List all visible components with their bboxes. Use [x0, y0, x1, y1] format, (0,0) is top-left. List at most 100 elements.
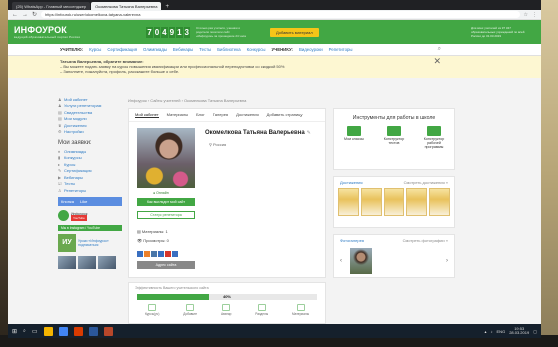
achievements-header: Достижения Смотреть достижения »	[334, 177, 454, 188]
like-label: Like	[80, 198, 88, 204]
social-icons	[137, 251, 178, 257]
powerpoint-icon[interactable]	[103, 326, 113, 336]
back-icon[interactable]: ←	[12, 12, 18, 18]
menu-item[interactable]: Тесты	[199, 47, 211, 52]
menu-student-label: УЧЕНИКУ:	[271, 47, 293, 52]
menu-item[interactable]: Сертификация	[107, 47, 137, 52]
youtube-button[interactable]: YouTube	[71, 214, 87, 221]
tutor-status-button[interactable]: Статус репетитора	[137, 211, 195, 219]
achievements-title[interactable]: Достижения	[340, 180, 363, 185]
photo-background-right	[538, 0, 558, 347]
view-site-button[interactable]: Как выглядит мой сайт	[137, 198, 195, 206]
logo-tagline: ведущий образовательный портал России	[14, 35, 81, 39]
infourok-youtube-widget[interactable]: Инфоурок YouTube	[58, 209, 122, 223]
achievements-link[interactable]: Смотреть достижения »	[404, 180, 448, 185]
task-view-icon[interactable]: ▭	[32, 328, 38, 335]
iu-subscribe[interactable]: подписаться	[78, 243, 109, 247]
menu-item[interactable]: Репетиторы	[329, 47, 353, 52]
tab-achievements[interactable]: Достижения	[236, 112, 259, 118]
share-widget[interactable]: Кнопка Like	[58, 196, 122, 206]
facebook-icon[interactable]	[137, 251, 143, 257]
certificate-thumbnail[interactable]	[383, 188, 405, 216]
profile-name: Окомелкова Татьяна Валерьевна ✎	[205, 130, 311, 136]
sidebar-item-label: Сертификация	[64, 168, 92, 174]
reload-icon[interactable]: ↻	[32, 11, 37, 18]
gallery-photo[interactable]	[350, 248, 372, 274]
efficiency-item[interactable]: Добавьте	[183, 304, 197, 316]
odnoklassniki-icon[interactable]	[144, 251, 150, 257]
efficiency-item[interactable]: Материалы	[292, 304, 309, 316]
tool-label: Конструктор тестов	[383, 137, 405, 145]
infourok-logo[interactable]: ИНФОУРОК ведущий образовательный портал …	[14, 25, 80, 39]
menu-item[interactable]: Конкурсы	[247, 47, 266, 52]
menu-item[interactable]: Вебинары	[173, 47, 193, 52]
menu-item[interactable]: Курсы	[89, 47, 101, 52]
iu-widget[interactable]: ИУ Уроки «Инфоурок» подписаться	[58, 233, 122, 253]
volume-icon[interactable]: ♪	[491, 329, 493, 334]
tab-cabinet[interactable]: Мой кабинет	[135, 112, 159, 118]
google-icon[interactable]	[165, 251, 171, 257]
new-tab-icon[interactable]: +	[165, 4, 169, 10]
efficiency-item[interactable]: Курсы(уч)	[145, 304, 159, 316]
gallery-link[interactable]: Смотреть фотографии »	[403, 238, 448, 243]
menu-item[interactable]: Библиотека	[217, 47, 240, 52]
sidebar-item-settings[interactable]: ⚙ Настройки	[58, 129, 122, 136]
clock[interactable]: 19:53 28.03.2019	[509, 326, 529, 336]
thumbnail[interactable]	[98, 255, 116, 269]
course-icon	[148, 304, 157, 311]
profile-photo[interactable]	[137, 128, 195, 188]
browser-tab-whatsapp[interactable]: (25) WhatsApp - Главный мессенджер	[12, 2, 91, 10]
tool-test-builder[interactable]: Конструктор тестов	[380, 126, 408, 149]
menu-item[interactable]: Видеоуроки	[299, 47, 323, 52]
tab-gallery[interactable]: Галерея	[213, 112, 228, 118]
word-icon[interactable]	[88, 326, 98, 336]
vk-icon[interactable]	[151, 251, 157, 257]
menu-item[interactable]: Олимпиады	[143, 47, 167, 52]
sidebar-item-label: Достижения	[64, 122, 87, 128]
add-material-button[interactable]: Добавить материал	[269, 27, 319, 37]
tab-materials[interactable]: Материалы	[167, 112, 188, 118]
thumbnail[interactable]	[78, 255, 96, 269]
notifications-icon[interactable]: ▢	[533, 329, 537, 334]
chevron-right-icon[interactable]: ›	[446, 258, 448, 264]
forward-icon[interactable]: →	[22, 12, 28, 18]
sidebar-item-repetitors[interactable]: ♙ Репетиторы	[58, 187, 122, 194]
infourok-avatar	[58, 210, 69, 221]
efficiency-item[interactable]: Разделы	[255, 304, 268, 316]
language-indicator[interactable]: ENG	[497, 329, 506, 334]
certificate-thumbnail[interactable]	[429, 188, 450, 216]
site-address-button[interactable]: Адрес сайта	[137, 261, 195, 269]
close-icon[interactable]: ✕	[433, 56, 441, 65]
gallery-title[interactable]: Фотогалерея	[340, 238, 364, 243]
iu-logo: ИУ	[58, 233, 76, 252]
breadcrumb[interactable]: Инфоурок › Сайты учителей › Окомелкова Т…	[128, 98, 246, 103]
tab-add-page[interactable]: Добавить страницу	[267, 112, 303, 118]
address-bar: ← → ↻ https://infourok.ru/user/okomelkov…	[8, 10, 541, 20]
chevron-left-icon[interactable]: ‹	[340, 258, 342, 264]
document-icon: ▤	[58, 116, 62, 122]
office-icon[interactable]	[73, 326, 83, 336]
edit-pencil-icon[interactable]: ✎	[307, 130, 311, 136]
tab-blog[interactable]: Блог	[196, 112, 205, 118]
search-icon[interactable]: ⌕	[23, 328, 26, 334]
tool-label: Мои классы	[344, 137, 364, 141]
achievements-panel: Достижения Смотреть достижения »	[333, 176, 455, 228]
tool-program-builder[interactable]: Конструктор рабочей программы	[420, 126, 448, 149]
explorer-icon[interactable]	[43, 326, 53, 336]
windows-start-icon[interactable]: ⊞	[12, 328, 17, 335]
tool-my-classes[interactable]: Мои классы	[340, 126, 368, 149]
certificate-thumbnail[interactable]	[360, 188, 382, 216]
extensions-icon[interactable]: ⋮	[532, 12, 537, 18]
certificate-thumbnail[interactable]	[338, 188, 359, 216]
certificate-thumbnail[interactable]	[406, 188, 428, 216]
twitter-icon[interactable]	[158, 251, 164, 257]
browser-tab-profile[interactable]: Окомелкова Татьяна Валерьевна	[91, 2, 162, 10]
search-icon[interactable]: ⌕	[438, 46, 441, 53]
thumbnail[interactable]	[58, 255, 76, 269]
bookmark-star-icon[interactable]: ☆	[524, 12, 528, 18]
efficiency-item[interactable]: Аватар	[221, 304, 231, 316]
chrome-icon[interactable]	[58, 326, 68, 336]
network-icon[interactable]: ▴	[485, 329, 487, 334]
mail-icon[interactable]	[172, 251, 178, 257]
url-field[interactable]: https://infourok.ru/user/okomelkova-taty…	[41, 11, 520, 18]
